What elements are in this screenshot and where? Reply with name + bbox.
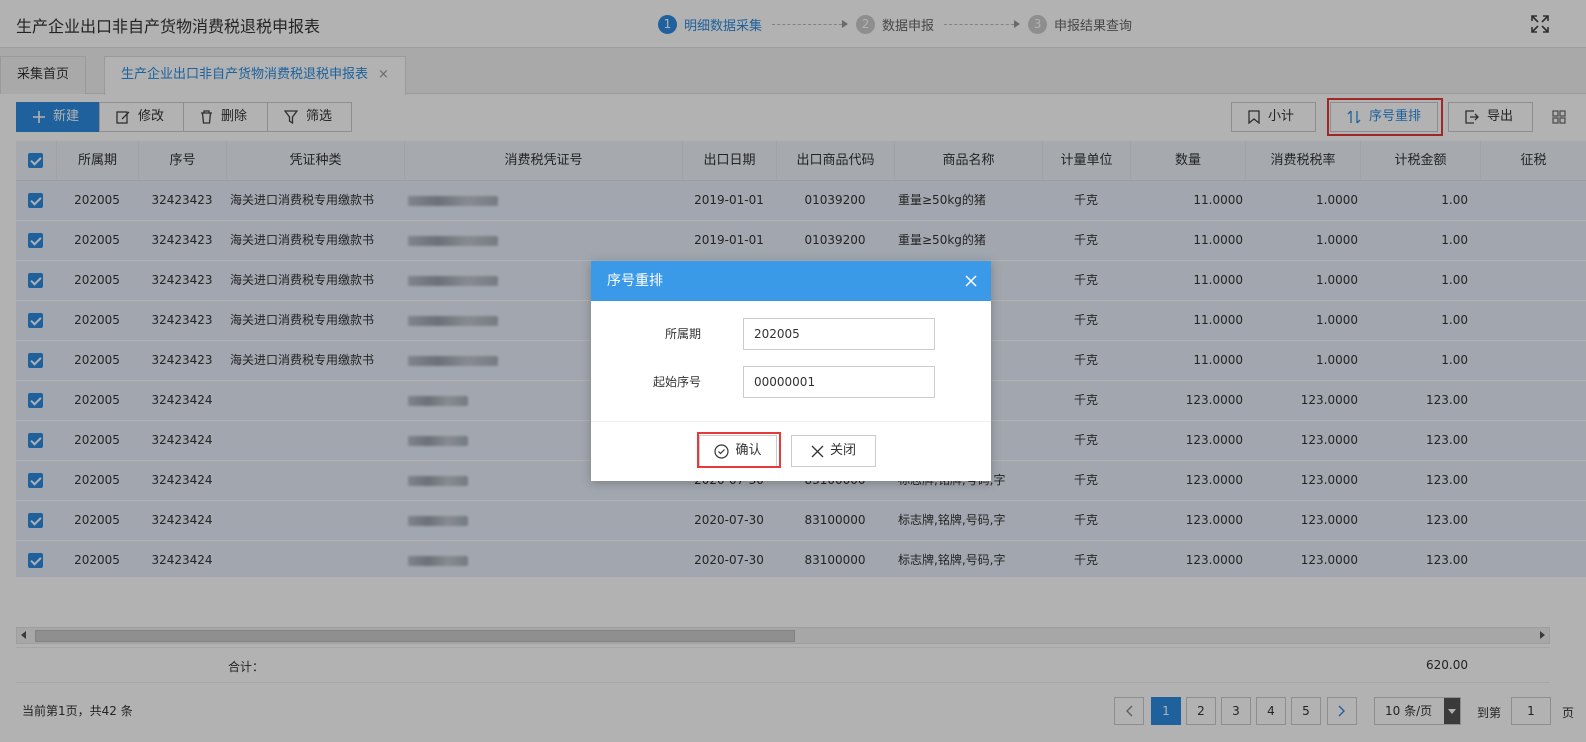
start-number-row: 起始序号 [591, 366, 991, 398]
start-number-label: 起始序号 [652, 375, 701, 389]
period-input[interactable] [743, 318, 935, 350]
period-row: 所属期 [591, 318, 991, 350]
close-icon[interactable] [965, 275, 977, 287]
period-label: 所属期 [664, 327, 701, 341]
dialog-close-button[interactable]: 关闭 [791, 435, 876, 467]
dialog-title: 序号重排 [607, 273, 663, 289]
highlight-box [697, 432, 781, 468]
start-number-input[interactable] [743, 366, 935, 398]
dialog-footer: 确认 关闭 [591, 421, 991, 481]
close-icon [811, 445, 824, 457]
close-label: 关闭 [829, 443, 856, 458]
dialog-header: 序号重排 [591, 261, 991, 301]
reorder-dialog: 序号重排 所属期 起始序号 确认 关闭 [591, 261, 991, 481]
